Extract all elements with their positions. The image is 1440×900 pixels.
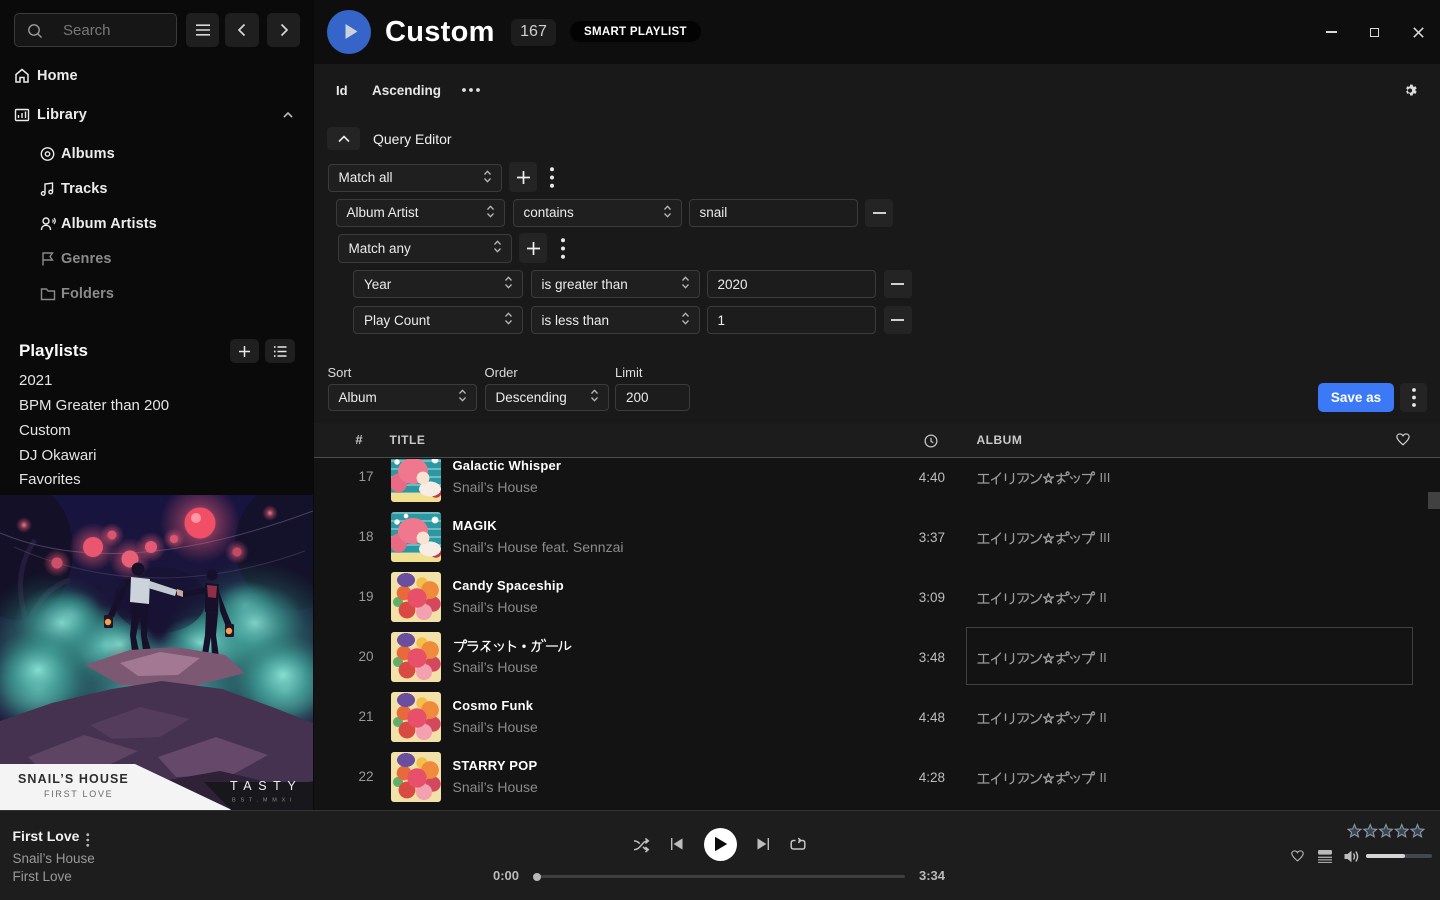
svg-text:SNAIL’S HOUSE: SNAIL’S HOUSE xyxy=(18,772,129,786)
svg-text:FIRST LOVE: FIRST LOVE xyxy=(44,789,113,799)
svg-text:BST.MMXI: BST.MMXI xyxy=(232,798,296,804)
svg-text:TASTY: TASTY xyxy=(230,779,302,793)
